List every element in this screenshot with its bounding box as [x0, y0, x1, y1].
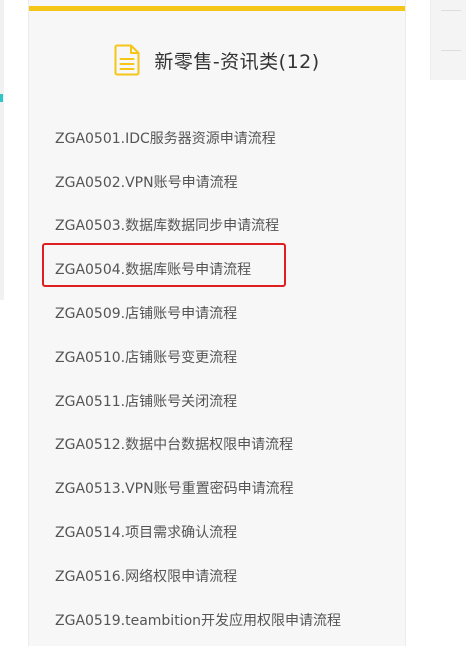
process-link-zga0516[interactable]: ZGA0516.网络权限申请流程	[29, 554, 405, 598]
process-link-label: ZGA0509.店铺账号申请流程	[55, 306, 238, 323]
process-link-label: ZGA0519.teambition开发应用权限申请流程	[55, 612, 342, 629]
process-link-label: ZGA0513.VPN账号重置密码申请流程	[55, 481, 294, 498]
process-link-zga0512[interactable]: ZGA0512.数据中台数据权限申请流程	[29, 423, 405, 467]
process-link-zga0503[interactable]: ZGA0503.数据库数据同步申请流程	[29, 204, 405, 248]
process-link-zga0509[interactable]: ZGA0509.店铺账号申请流程	[29, 291, 405, 335]
process-link-label: ZGA0510.店铺账号变更流程	[55, 349, 238, 366]
process-link-zga0510[interactable]: ZGA0510.店铺账号变更流程	[29, 335, 405, 379]
process-link-zga0504[interactable]: ZGA0504.数据库账号申请流程	[29, 247, 405, 291]
process-link-zga0514[interactable]: ZGA0514.项目需求确认流程	[29, 510, 405, 554]
process-link-label: ZGA0502.VPN账号申请流程	[55, 174, 238, 191]
right-panel-divider	[441, 10, 461, 11]
card-accent-bar	[29, 6, 405, 11]
right-adjacent-panel	[430, 0, 466, 80]
process-link-label: ZGA0514.项目需求确认流程	[55, 525, 238, 542]
process-link-zga0501[interactable]: ZGA0501.IDC服务器资源申请流程	[29, 116, 405, 160]
process-link-label: ZGA0511.店铺账号关闭流程	[55, 393, 238, 410]
process-link-label: ZGA0503.数据库数据同步申请流程	[55, 218, 280, 235]
card-header: 新零售-资讯类(12)	[29, 42, 405, 78]
left-accent-mark	[0, 94, 3, 102]
right-panel-divider	[441, 50, 461, 51]
process-link-zga0511[interactable]: ZGA0511.店铺账号关闭流程	[29, 379, 405, 423]
process-link-zga0519[interactable]: ZGA0519.teambition开发应用权限申请流程	[29, 598, 405, 642]
process-list: ZGA0501.IDC服务器资源申请流程 ZGA0502.VPN账号申请流程 Z…	[29, 116, 405, 642]
process-link-zga0502[interactable]: ZGA0502.VPN账号申请流程	[29, 160, 405, 204]
process-link-zga0513[interactable]: ZGA0513.VPN账号重置密码申请流程	[29, 466, 405, 510]
left-adjacent-panel	[0, 0, 4, 300]
card-title: 新零售-资讯类(12)	[154, 50, 320, 73]
document-icon	[114, 44, 140, 76]
category-card: 新零售-资讯类(12) ZGA0501.IDC服务器资源申请流程 ZGA0502…	[28, 0, 406, 646]
process-link-label: ZGA0501.IDC服务器资源申请流程	[55, 130, 276, 147]
process-link-label: ZGA0504.数据库账号申请流程	[55, 262, 252, 279]
process-link-label: ZGA0512.数据中台数据权限申请流程	[55, 437, 294, 454]
process-link-label: ZGA0516.网络权限申请流程	[55, 568, 238, 585]
